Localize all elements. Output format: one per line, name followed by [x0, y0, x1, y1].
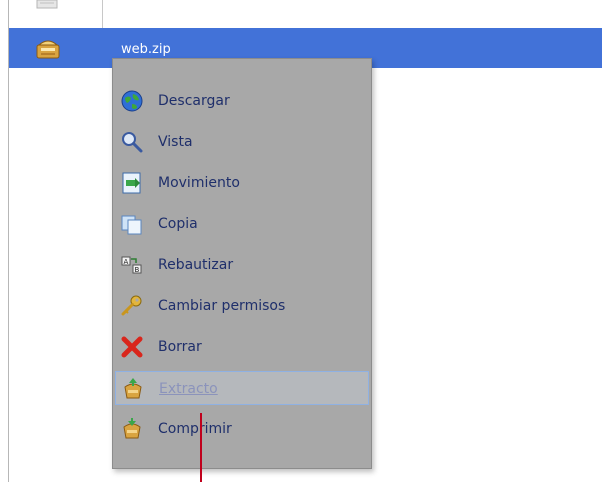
- menu-item-label: Vista: [158, 134, 193, 150]
- file-manager-view: web.zip Descargar Vista Movimiento Copia…: [0, 0, 602, 482]
- previous-file-icon: [36, 0, 58, 9]
- svg-text:B: B: [135, 266, 140, 274]
- list-left-border: [8, 0, 9, 482]
- magnifier-icon: [122, 132, 143, 153]
- menu-item-label: Borrar: [158, 339, 202, 355]
- rename-icon: A B: [121, 256, 142, 274]
- menu-item-copia[interactable]: Copia: [115, 207, 369, 241]
- menu-item-rebautizar[interactable]: A B Rebautizar: [115, 248, 369, 282]
- menu-item-label: Cambiar permisos: [158, 298, 286, 314]
- context-menu: Descargar Vista Movimiento Copia A B Reb…: [112, 58, 372, 469]
- key-icon: [121, 295, 142, 316]
- menu-item-cambiar-permisos[interactable]: Cambiar permisos: [115, 289, 369, 323]
- menu-item-label: Descargar: [158, 93, 230, 109]
- file-name[interactable]: web.zip: [121, 42, 171, 57]
- menu-item-borrar[interactable]: Borrar: [115, 330, 369, 364]
- copy-icon: [121, 215, 142, 235]
- menu-item-label: Extracto: [159, 381, 218, 397]
- menu-item-label: Movimiento: [158, 175, 240, 191]
- compress-archive-icon: [123, 418, 141, 439]
- menu-item-extracto[interactable]: Extracto: [115, 371, 369, 405]
- archive-file-icon: [36, 40, 60, 59]
- extract-archive-icon: [124, 378, 142, 399]
- menu-item-label: Copia: [158, 216, 198, 232]
- menu-item-descargar[interactable]: Descargar: [115, 84, 369, 118]
- text-cursor: [200, 413, 202, 482]
- menu-item-label: Rebautizar: [158, 257, 234, 273]
- delete-x-icon: [121, 336, 143, 358]
- menu-item-vista[interactable]: Vista: [115, 125, 369, 159]
- menu-item-movimiento[interactable]: Movimiento: [115, 166, 369, 200]
- globe-download-icon: [121, 90, 143, 112]
- menu-item-label: Comprimir: [158, 421, 232, 437]
- move-file-icon: [122, 172, 141, 194]
- menu-item-comprimir[interactable]: Comprimir: [115, 412, 369, 446]
- column-divider: [102, 0, 103, 28]
- svg-text:A: A: [124, 258, 129, 266]
